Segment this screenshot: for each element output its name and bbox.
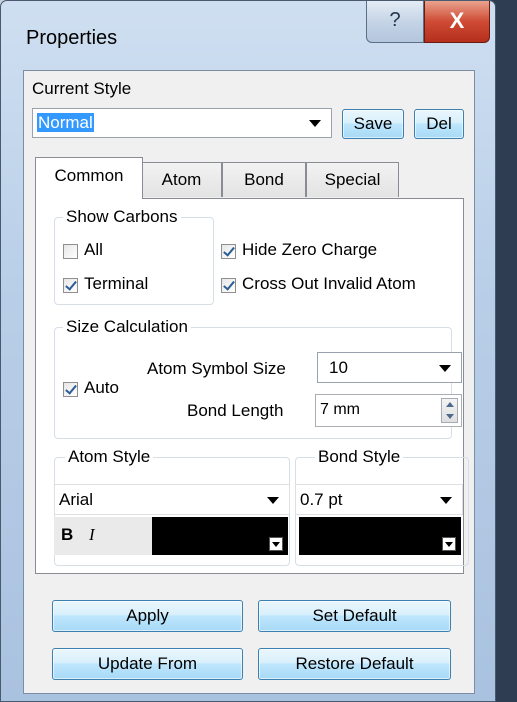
common-tab-panel: Show Carbons All Terminal Hide Zero Char… [35,198,469,574]
show-carbons-all-label: All [84,240,103,259]
chevron-down-icon [439,364,451,372]
show-carbons-label: Show Carbons [63,207,181,227]
italic-button[interactable]: I [89,525,95,545]
show-carbons-terminal-checkbox[interactable] [63,278,78,293]
auto-size-checkbox[interactable] [63,382,78,397]
current-style-dropdown[interactable]: Normal [32,108,332,138]
current-style-label: Current Style [32,79,132,98]
chevron-down-icon [440,496,452,504]
atom-symbol-size-value: 10 [329,358,348,377]
properties-window: Properties ? X Current Style Normal Save… [0,0,496,702]
current-style-value: Normal [37,113,94,132]
bond-style-label: Bond Style [315,447,404,467]
close-button[interactable]: X [424,1,490,43]
tab-common[interactable]: Common [35,157,143,199]
set-default-button[interactable]: Set Default [258,600,451,632]
show-carbons-all-checkbox[interactable] [63,244,78,259]
update-from-button[interactable]: Update From [52,648,243,680]
save-style-button[interactable]: Save [342,109,404,139]
chevron-down-icon [442,537,456,551]
title-bar[interactable]: Properties ? X [1,1,495,71]
bond-width-dropdown[interactable]: 0.7 pt [295,484,463,515]
cross-out-invalid-atom-label: Cross Out Invalid Atom [242,274,416,293]
atom-font-dropdown[interactable]: Arial [54,484,290,515]
bond-length-label: Bond Length [187,401,284,420]
tab-special[interactable]: Special [306,162,399,197]
size-calculation-label: Size Calculation [63,317,191,337]
bond-length-spinner[interactable] [441,398,458,423]
atom-color-picker[interactable] [152,517,288,555]
tab-bond[interactable]: Bond [222,162,306,197]
atom-style-label: Atom Style [65,447,154,467]
hide-zero-charge-label: Hide Zero Charge [242,240,378,259]
window-title: Properties [26,27,118,49]
dialog-client-area: Current Style Normal Save Del Common Ato… [23,70,475,694]
bond-color-picker[interactable] [299,517,461,555]
bond-length-input[interactable]: 7 mm [315,394,462,427]
atom-font-value: Arial [59,490,94,509]
spin-up-icon [446,402,454,407]
delete-style-button[interactable]: Del [414,109,464,139]
spin-down-icon [446,414,454,419]
chevron-down-icon [267,496,279,504]
apply-button[interactable]: Apply [52,600,243,632]
help-button[interactable]: ? [366,1,424,43]
bold-button[interactable]: B [61,525,73,545]
bond-length-value: 7 mm [320,401,360,418]
chevron-down-icon [309,120,321,127]
cross-out-invalid-atom-checkbox[interactable] [221,278,236,293]
atom-symbol-size-dropdown[interactable]: 10 [317,352,462,383]
auto-size-label: Auto [84,378,119,397]
tab-atom[interactable]: Atom [141,162,222,197]
hide-zero-charge-checkbox[interactable] [221,244,236,259]
atom-symbol-size-label: Atom Symbol Size [147,359,286,378]
chevron-down-icon [269,537,283,551]
show-carbons-terminal-label: Terminal [84,274,149,293]
bond-width-value: 0.7 pt [300,490,343,509]
restore-default-button[interactable]: Restore Default [258,648,451,680]
